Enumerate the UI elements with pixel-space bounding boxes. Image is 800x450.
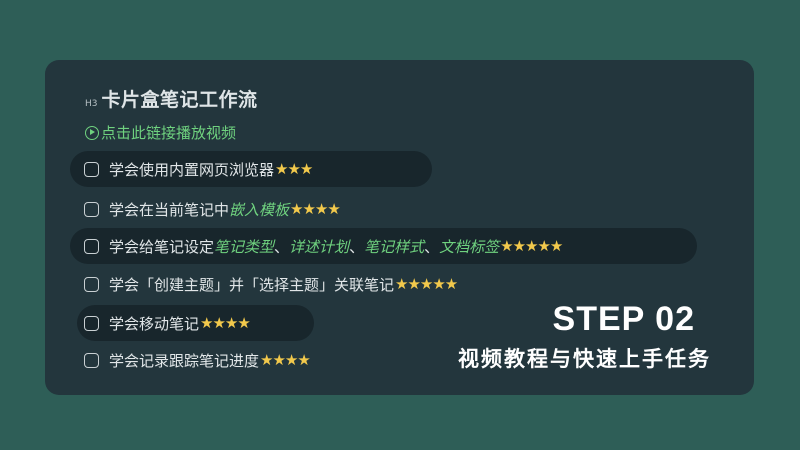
task-highlight-text: 笔记样式 xyxy=(364,237,425,256)
play-video-link[interactable]: 点击此链接播放视频 xyxy=(85,122,236,143)
task-checkbox[interactable] xyxy=(84,315,99,331)
task-text: 学会使用内置网页浏览器 xyxy=(109,160,275,179)
star-rating-icon: ★★★★ xyxy=(260,351,311,369)
task-text: 学会记录跟踪笔记进度 xyxy=(109,351,260,370)
section-heading: H3 卡片盒笔记工作流 xyxy=(85,85,258,112)
task-separator: 、 xyxy=(424,237,440,256)
section-title: 卡片盒笔记工作流 xyxy=(101,89,258,111)
star-rating-icon: ★★★★ xyxy=(290,200,341,218)
step-label: STEP 02 xyxy=(552,300,695,338)
task-separator: 、 xyxy=(349,237,365,256)
heading-level-tag: H3 xyxy=(85,99,98,109)
task-separator: 、 xyxy=(274,237,290,256)
task-item-track-progress: 学会记录跟踪笔记进度 ★★★★ xyxy=(70,342,400,378)
task-checkbox[interactable] xyxy=(84,161,99,177)
star-rating-icon: ★★★★★ xyxy=(500,237,563,255)
task-item-note-settings: 学会给笔记设定 笔记类型 、 详述计划 、 笔记样式 、 文档标签 ★★★★★ xyxy=(70,228,697,264)
task-highlight-text: 详述计划 xyxy=(289,237,350,256)
task-item-move-note: 学会移动笔记 ★★★★ xyxy=(77,305,314,341)
star-rating-icon: ★★★ xyxy=(275,160,313,178)
play-video-link-label: 点击此链接播放视频 xyxy=(101,124,237,142)
task-highlight-text: 嵌入模板 xyxy=(229,200,290,219)
step-subtitle: 视频教程与快速上手任务 xyxy=(458,347,711,371)
star-rating-icon: ★★★★★ xyxy=(395,275,458,293)
task-text: 学会「创建主题」并「选择主题」关联笔记 xyxy=(109,275,395,294)
task-checkbox[interactable] xyxy=(84,238,99,254)
task-text: 学会给笔记设定 xyxy=(109,237,215,256)
task-checkbox[interactable] xyxy=(84,352,99,368)
task-item-embed-template: 学会在当前笔记中 嵌入模板 ★★★★ xyxy=(70,191,410,227)
task-checkbox[interactable] xyxy=(84,201,99,217)
star-rating-icon: ★★★★ xyxy=(200,314,251,332)
task-highlight-text: 笔记类型 xyxy=(214,237,275,256)
task-checkbox[interactable] xyxy=(84,276,99,292)
task-item-browser: 学会使用内置网页浏览器 ★★★ xyxy=(70,151,432,187)
play-circle-icon xyxy=(85,125,99,140)
task-item-topics: 学会「创建主题」并「选择主题」关联笔记 ★★★★★ xyxy=(70,266,570,302)
task-text: 学会移动笔记 xyxy=(109,314,200,333)
task-highlight-text: 文档标签 xyxy=(439,237,500,256)
task-text: 学会在当前笔记中 xyxy=(109,200,230,219)
